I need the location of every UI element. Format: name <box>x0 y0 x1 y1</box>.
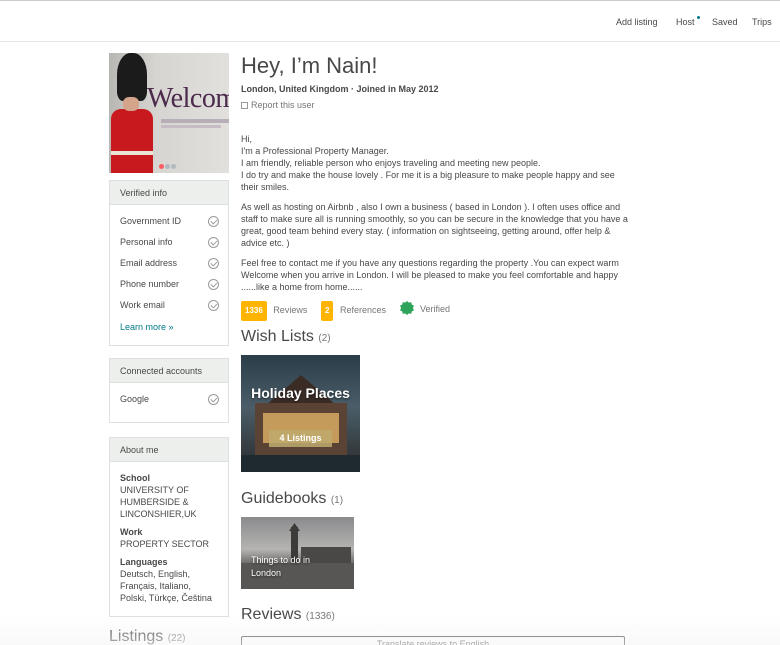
photo-sign-text: Welcom <box>147 83 229 114</box>
bio-paragraph: Feel free to contact me if you have any … <box>241 258 619 292</box>
reviews-stat[interactable]: 1336 Reviews <box>241 301 307 321</box>
verified-item-personal-info: Personal info <box>110 232 228 253</box>
verified-info-heading: Verified info <box>110 181 228 205</box>
verified-stat: Verified <box>400 301 450 317</box>
nav-add-listing[interactable]: Add listing <box>616 17 658 27</box>
reviews-count-badge: 1336 <box>241 301 267 321</box>
check-circle-icon <box>208 216 219 227</box>
listings-count: (22) <box>167 633 186 644</box>
guard-coat <box>111 109 153 173</box>
work-value: PROPERTY SECTOR <box>120 539 210 549</box>
guidebooks-heading-text: Guidebooks <box>241 490 327 507</box>
bio-paragraph: As well as hosting on Airbnb , also I ow… <box>241 202 628 248</box>
report-user-link[interactable]: Report this user <box>241 100 315 110</box>
guidebook-card[interactable]: Things to do in London <box>241 517 354 589</box>
flag-icon <box>241 102 248 109</box>
guidebook-title: Things to do in London <box>251 555 311 578</box>
wish-lists-count: (2) <box>318 333 331 344</box>
verified-item-phone: Phone number <box>110 274 228 295</box>
wish-lists-heading: Wish Lists (2) <box>241 328 331 346</box>
carousel-dot[interactable] <box>165 164 170 169</box>
verified-item-work-email: Work email <box>110 295 228 316</box>
check-circle-icon <box>208 237 219 248</box>
guard-belt <box>111 151 153 155</box>
wish-list-listings-count: 4 Listings <box>269 430 332 447</box>
nav-saved[interactable]: Saved <box>712 17 738 27</box>
translate-reviews-button[interactable]: Translate reviews to English <box>241 636 625 645</box>
reviews-count: (1336) <box>305 611 335 622</box>
card-image-ground <box>241 455 360 472</box>
references-count-badge: 2 <box>321 301 334 321</box>
verified-item-label: Email address <box>120 258 178 268</box>
profile-photo[interactable]: Welcom <box>109 53 229 173</box>
check-circle-icon <box>208 279 219 290</box>
guard-hat <box>117 53 147 101</box>
notification-dot-icon <box>696 16 700 19</box>
carousel-dots[interactable] <box>159 156 177 173</box>
check-circle-icon <box>208 394 219 405</box>
verified-badge-icon <box>400 301 414 315</box>
carousel-dot-active[interactable] <box>159 164 164 169</box>
reviews-heading-text: Reviews <box>241 606 302 623</box>
nav-host-label: Host <box>676 17 695 27</box>
school-value: UNIVERSITY OF HUMBERSIDE & LINCONSHIER,U… <box>120 485 197 519</box>
guard-face <box>123 97 139 111</box>
verified-item-government-id: Government ID <box>110 211 228 232</box>
reviews-stat-label: Reviews <box>273 305 308 315</box>
check-circle-icon <box>208 258 219 269</box>
wish-list-title: Holiday Places <box>251 385 350 401</box>
guidebooks-heading: Guidebooks (1) <box>241 490 343 508</box>
report-user-label: Report this user <box>251 100 315 110</box>
work-label: Work <box>120 527 143 537</box>
references-stat-label: References <box>339 305 386 315</box>
check-circle-icon <box>208 300 219 311</box>
about-me-panel: About me School UNIVERSITY OF HUMBERSIDE… <box>109 437 229 617</box>
profile-greeting: Hey, I’m Nain! <box>241 53 378 78</box>
guidebooks-count: (1) <box>330 495 344 506</box>
verified-info-panel: Verified info Government ID Personal inf… <box>109 180 229 346</box>
carousel-dot[interactable] <box>171 164 176 169</box>
verified-item-label: Work email <box>120 300 165 310</box>
references-stat[interactable]: 2 References <box>321 301 386 321</box>
nav-trips[interactable]: Trips <box>752 17 772 27</box>
verified-item-email: Email address <box>110 253 228 274</box>
wish-list-card[interactable]: Holiday Places 4 Listings <box>241 355 360 472</box>
verified-item-label: Personal info <box>120 237 173 247</box>
nav-host[interactable]: Host <box>676 16 700 27</box>
verified-item-label: Government ID <box>120 216 182 226</box>
photo-sign-subtext-2 <box>161 125 221 128</box>
connected-accounts-panel: Connected accounts Google <box>109 358 229 423</box>
learn-more-link[interactable]: Learn more » <box>110 322 228 332</box>
bio-paragraph: Hi, I'm a Professional Property Manager.… <box>241 134 615 192</box>
about-me-heading: About me <box>110 438 228 462</box>
connected-account-google: Google <box>110 389 228 410</box>
verified-stat-label: Verified <box>420 304 451 314</box>
languages-value: Deutsch, English, Français, Italiano, Po… <box>120 569 212 603</box>
connected-accounts-heading: Connected accounts <box>110 359 228 383</box>
listings-heading-text: Listings <box>109 628 164 645</box>
profile-bio: Hi, I'm a Professional Property Manager.… <box>241 133 631 301</box>
top-navigation-bar: Add listing Host Saved Trips <box>0 0 780 42</box>
profile-location-joined: London, United Kingdom · Joined in May 2… <box>241 84 439 94</box>
listings-heading: Listings (22) <box>109 628 186 645</box>
reviews-heading: Reviews (1336) <box>241 606 335 624</box>
languages-label: Languages <box>120 557 168 567</box>
wish-lists-heading-text: Wish Lists <box>241 328 314 345</box>
connected-account-label: Google <box>120 394 150 404</box>
verified-item-label: Phone number <box>120 279 180 289</box>
photo-sign-subtext <box>161 119 229 123</box>
school-label: School <box>120 473 151 483</box>
